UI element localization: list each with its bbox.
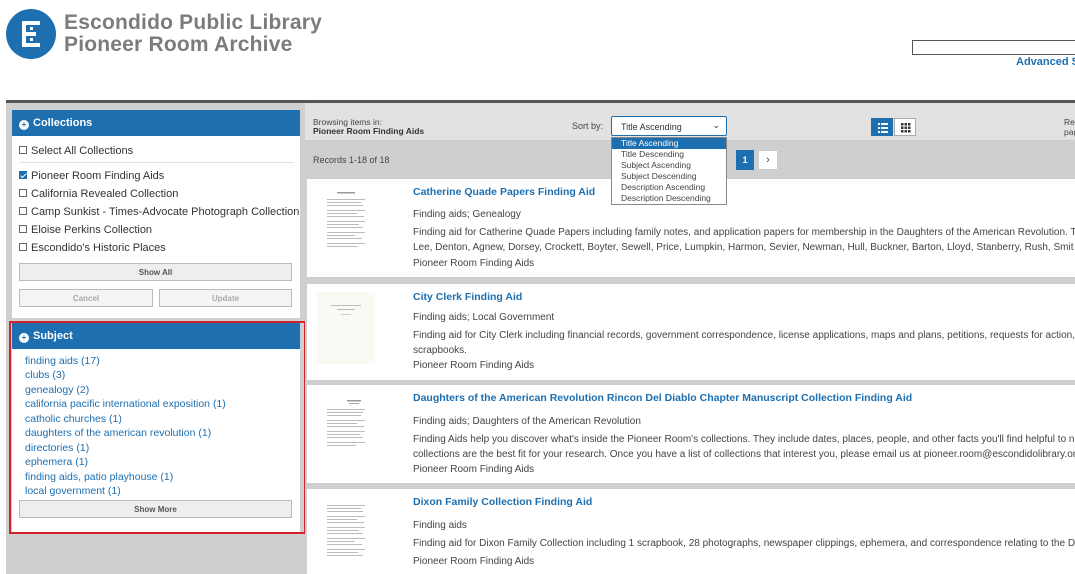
sort-option-title-ascending[interactable]: Title Ascending xyxy=(612,138,726,149)
library-logo-icon[interactable] xyxy=(6,9,56,59)
result-collection: Pioneer Room Finding Aids xyxy=(413,464,535,475)
result-collection: Pioneer Room Finding Aids xyxy=(413,556,535,567)
collections-panel: + Collections Select All Collections Pion… xyxy=(12,110,300,318)
checkbox-icon[interactable] xyxy=(19,225,27,233)
result-item: Dixon Family Collection Finding Aid Find… xyxy=(307,489,1075,574)
results-toolbar: Browsing items in: Pioneer Room Finding … xyxy=(305,103,1075,141)
sort-option-description-descending[interactable]: Description Descending xyxy=(612,193,726,204)
sort-label: Sort by: xyxy=(572,121,604,131)
results-per-page-label: Repag xyxy=(1064,117,1075,137)
page-1-button[interactable]: 1 xyxy=(736,150,754,170)
collections-title: Collections xyxy=(33,117,93,129)
advanced-search-link[interactable]: Advanced Se xyxy=(1016,56,1075,68)
result-subject: Finding aids; Local Government xyxy=(413,312,555,323)
checkbox-icon[interactable] xyxy=(19,207,27,215)
sort-option-description-ascending[interactable]: Description Ascending xyxy=(612,182,726,193)
result-description: Finding aid for City Clerk including fin… xyxy=(413,330,1075,341)
collection-item-pioneer-room[interactable]: Pioneer Room Finding Aids xyxy=(19,170,164,182)
result-collection: Pioneer Room Finding Aids xyxy=(413,258,535,269)
document-thumbnail[interactable] xyxy=(317,187,375,259)
checkbox-icon[interactable] xyxy=(19,146,27,154)
grid-view-button[interactable] xyxy=(894,118,916,136)
select-all-collections[interactable]: Select All Collections xyxy=(19,145,133,157)
result-title-link[interactable]: Daughters of the American Revolution Rin… xyxy=(413,392,912,404)
result-description: scrapbooks. xyxy=(413,345,467,356)
collection-item-camp-sunkist[interactable]: Camp Sunkist - Times-Advocate Photograph… xyxy=(19,206,299,218)
records-count: Records 1-18 of 18 xyxy=(313,155,390,165)
divider xyxy=(19,162,294,163)
sort-dropdown[interactable]: Title Ascending Title Descending Subject… xyxy=(611,137,727,205)
sort-option-subject-descending[interactable]: Subject Descending xyxy=(612,171,726,182)
result-subject: Finding aids xyxy=(413,520,467,531)
expand-circle-icon: + xyxy=(19,120,29,130)
result-title-link[interactable]: City Clerk Finding Aid xyxy=(413,291,522,303)
highlight-box xyxy=(9,321,306,534)
checkbox-checked-icon[interactable] xyxy=(19,171,27,179)
result-subject: Finding aids; Genealogy xyxy=(413,209,521,220)
collection-item-historic-places[interactable]: Escondido's Historic Places xyxy=(19,242,166,254)
next-page-button[interactable]: › xyxy=(758,150,778,170)
collections-panel-header[interactable]: + Collections xyxy=(12,110,300,136)
sort-option-subject-ascending[interactable]: Subject Ascending xyxy=(612,160,726,171)
result-title-link[interactable]: Dixon Family Collection Finding Aid xyxy=(413,496,592,508)
result-subject: Finding aids; Daughters of the American … xyxy=(413,416,641,427)
result-description: Finding Aids help you discover what's in… xyxy=(413,434,1075,445)
search-input[interactable] xyxy=(912,40,1075,55)
browsing-value: Pioneer Room Finding Aids xyxy=(313,126,425,136)
brand-line-1[interactable]: Escondido Public Library xyxy=(64,11,322,35)
checkbox-icon[interactable] xyxy=(19,189,27,197)
collection-item-eloise-perkins[interactable]: Eloise Perkins Collection xyxy=(19,224,152,236)
update-button[interactable]: Update xyxy=(159,289,292,307)
result-description: Lee, Denton, Agnew, Dorsey, Crockett, Bo… xyxy=(413,242,1074,253)
collection-item-california-revealed[interactable]: California Revealed Collection xyxy=(19,188,178,200)
document-thumbnail[interactable] xyxy=(317,497,375,569)
result-description: Finding aid for Catherine Quade Papers i… xyxy=(413,227,1075,238)
sort-option-title-descending[interactable]: Title Descending xyxy=(612,149,726,160)
result-item: Daughters of the American Revolution Rin… xyxy=(307,385,1075,483)
chevron-down-icon: ⌄ xyxy=(712,120,720,130)
grid-view-icon xyxy=(901,123,911,133)
results-area: Browsing items in: Pioneer Room Finding … xyxy=(305,103,1075,574)
brand-line-2[interactable]: Pioneer Room Archive xyxy=(64,33,292,57)
list-view-icon xyxy=(878,123,888,133)
show-all-button[interactable]: Show All xyxy=(19,263,292,281)
result-description: Finding aid for Dixon Family Collection … xyxy=(413,538,1075,549)
cancel-button[interactable]: Cancel xyxy=(19,289,153,307)
result-description: collections are the best fit for your re… xyxy=(413,449,1075,460)
checkbox-icon[interactable] xyxy=(19,243,27,251)
site-header: Escondido Public Library Pioneer Room Ar… xyxy=(0,0,1075,100)
sort-select[interactable]: Title Ascending ⌄ xyxy=(611,116,727,136)
document-thumbnail[interactable] xyxy=(317,292,375,364)
list-view-button[interactable] xyxy=(871,118,893,136)
document-thumbnail[interactable] xyxy=(317,393,375,465)
result-item: City Clerk Finding Aid Finding aids; Loc… xyxy=(307,284,1075,380)
result-title-link[interactable]: Catherine Quade Papers Finding Aid xyxy=(413,186,595,198)
result-collection: Pioneer Room Finding Aids xyxy=(413,360,535,371)
